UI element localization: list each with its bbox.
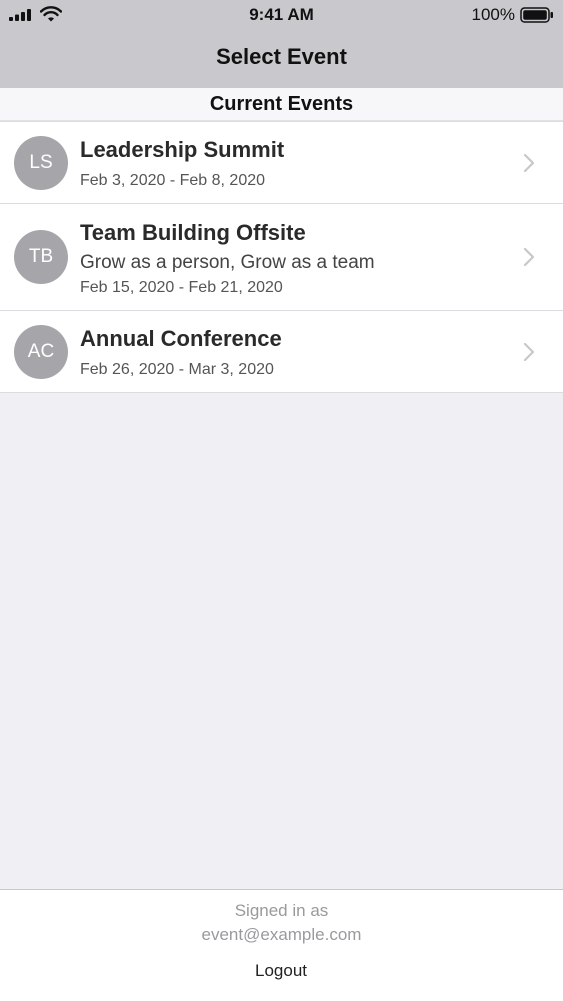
event-dates: Feb 26, 2020 - Mar 3, 2020	[80, 361, 274, 378]
status-bar: 9:41 AM 100%	[0, 0, 563, 30]
avatar: LS	[14, 136, 68, 190]
event-title: Leadership Summit	[80, 137, 285, 162]
battery-icon	[520, 7, 553, 23]
event-title: Annual Conference	[80, 326, 282, 351]
avatar: TB	[14, 230, 68, 284]
event-row-annual-conference[interactable]: AC Annual Conference Feb 26, 2020 - Mar …	[0, 311, 563, 393]
signed-in-email: event@example.com	[201, 925, 362, 944]
event-row-leadership-summit[interactable]: LS Leadership Summit Feb 3, 2020 - Feb 8…	[0, 122, 563, 204]
battery-percent: 100%	[471, 5, 515, 24]
logout-button[interactable]: Logout	[231, 961, 331, 983]
event-dates: Feb 3, 2020 - Feb 8, 2020	[80, 172, 266, 189]
chevron-right-icon	[523, 247, 535, 267]
page-title: Select Event	[216, 44, 347, 69]
chevron-right-icon	[523, 342, 535, 362]
section-header: Current Events	[0, 88, 563, 121]
account-footer: Signed in as event@example.com Logout	[0, 889, 563, 1001]
signed-in-label: Signed in as	[234, 901, 329, 920]
chevron-right-icon	[523, 153, 535, 173]
event-subtitle: Grow as a person, Grow as a team	[80, 252, 375, 273]
section-title: Current Events	[209, 93, 354, 115]
event-title: Team Building Offsite	[80, 220, 306, 245]
event-dates: Feb 15, 2020 - Feb 21, 2020	[80, 279, 283, 296]
event-row-team-building-offsite[interactable]: TB Team Building Offsite Grow as a perso…	[0, 204, 563, 311]
event-list: LS Leadership Summit Feb 3, 2020 - Feb 8…	[0, 121, 563, 393]
navigation-bar: Select Event	[0, 30, 563, 88]
avatar: AC	[14, 325, 68, 379]
